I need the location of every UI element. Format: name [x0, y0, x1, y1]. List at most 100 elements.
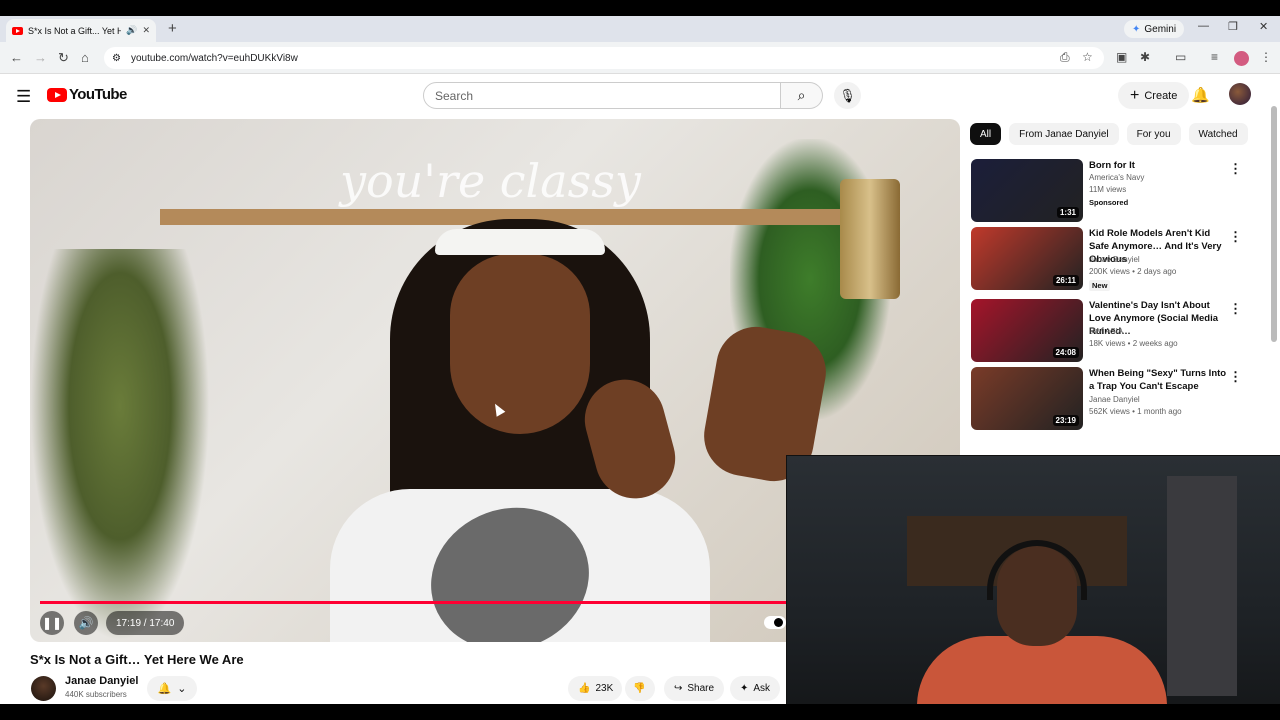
tab-strip: S*x Is Not a Gift... Yet Here 🔊 ✕ + ✦ Ge… [0, 16, 1280, 42]
subscriber-count: 440K subscribers [65, 690, 127, 699]
more-actions-icon[interactable]: ⋮ [1229, 369, 1242, 385]
bell-icon: 🔔 [157, 683, 172, 695]
share-icon: ↪ [674, 683, 683, 694]
close-window-button[interactable]: ✕ [1259, 20, 1268, 33]
chip-from-channel[interactable]: From Janae Danyiel [1009, 123, 1119, 145]
browser-tab[interactable]: S*x Is Not a Gift... Yet Here 🔊 ✕ [6, 19, 156, 42]
search-button[interactable]: ⌕ [781, 82, 823, 109]
recommendation-channel[interactable]: IAM ASIA [1089, 327, 1123, 336]
recommendation-item[interactable]: 1:31 Born for It America's Navy 11M views Sp… [971, 159, 1266, 223]
url-text: youtube.com/watch?v=euhDUKkVi8w [130, 52, 298, 64]
back-icon[interactable]: ← [10, 50, 23, 65]
minimize-button[interactable]: — [1198, 20, 1209, 32]
webcam-person-body [917, 636, 1167, 704]
gemini-icon: ✦ [1132, 23, 1141, 35]
new-tab-button[interactable]: + [168, 20, 177, 37]
recommendation-title[interactable]: Born for It [1089, 159, 1229, 172]
browser-menu-icon[interactable]: ⋮ [1260, 50, 1272, 64]
bookmark-star-icon[interactable]: ☆ [1082, 50, 1093, 64]
channel-name[interactable]: Janae Danyiel [65, 675, 138, 687]
restore-button[interactable]: ❐ [1228, 20, 1238, 33]
webcam-overlay [786, 455, 1280, 704]
menu-icon[interactable]: ☰ [16, 87, 31, 107]
url-field[interactable]: ⚙ youtube.com/watch?v=euhDUKkVi8w [104, 47, 1104, 69]
address-bar-row: ← → ↻ ⌂ ⚙ youtube.com/watch?v=euhDUKkVi8… [0, 42, 1280, 74]
browser-window: S*x Is Not a Gift... Yet Here 🔊 ✕ + ✦ Ge… [0, 16, 1280, 704]
search-input[interactable]: Search [423, 82, 781, 109]
dislike-button[interactable]: 👎 [625, 676, 655, 701]
chevron-down-icon: ⌄ [177, 683, 187, 695]
time-display: 17:19 / 17:40 [106, 611, 185, 635]
volume-icon: 🔊 [78, 616, 94, 630]
extension-icon[interactable]: ▣ [1116, 50, 1127, 64]
sparkle-icon: ✦ [740, 683, 749, 694]
more-actions-icon[interactable]: ⋮ [1229, 301, 1242, 317]
gemini-button[interactable]: ✦ Gemini [1124, 20, 1185, 38]
search-icon: ⌕ [797, 87, 806, 103]
chip-for-you[interactable]: For you [1126, 123, 1181, 145]
youtube-logo[interactable]: YouTube [47, 86, 127, 103]
more-actions-icon[interactable]: ⋮ [1229, 161, 1242, 177]
chip-watched[interactable]: Watched [1188, 123, 1248, 145]
volume-button[interactable]: 🔊 [74, 611, 98, 635]
page-scrollbar[interactable] [1271, 106, 1277, 342]
recommendation-thumbnail[interactable]: 24:08 [971, 299, 1083, 362]
gemini-label: Gemini [1144, 23, 1177, 35]
thumbs-down-icon: 👎 [633, 683, 646, 694]
pause-icon: ❚❚ [41, 616, 63, 630]
audio-playing-icon[interactable]: 🔊 [126, 25, 137, 36]
like-button[interactable]: 👍 23K [568, 676, 622, 701]
cast-icon[interactable]: ▭ [1175, 50, 1186, 64]
youtube-logo-text: YouTube [69, 86, 127, 103]
recommendation-thumbnail[interactable]: 26:11 [971, 227, 1083, 290]
chip-all[interactable]: All [970, 123, 1002, 145]
recommendation-meta: 200K views • 2 days ago [1089, 267, 1177, 276]
recommendation-channel[interactable]: Janae Danyiel [1089, 395, 1140, 404]
recommendation-badge: New [1089, 280, 1111, 291]
ask-button[interactable]: ✦ Ask [730, 676, 781, 701]
pause-button[interactable]: ❚❚ [40, 611, 64, 635]
site-info-icon[interactable]: ⚙ [112, 53, 121, 64]
youtube-favicon-icon [12, 26, 23, 35]
recommendation-title[interactable]: When Being "Sexy" Turns Into a Trap You … [1089, 367, 1229, 393]
video-frame-plant [30, 249, 210, 642]
home-icon[interactable]: ⌂ [81, 50, 89, 65]
duration-badge: 24:08 [1052, 347, 1079, 358]
recommendation-channel[interactable]: America's Navy [1089, 173, 1144, 182]
forward-icon[interactable]: → [34, 50, 47, 65]
notifications-bell-icon[interactable]: 🔔 [1191, 86, 1210, 104]
create-button[interactable]: + Create [1118, 82, 1190, 109]
ask-label: Ask [753, 683, 771, 694]
channel-avatar[interactable] [31, 676, 56, 701]
duration-badge: 1:31 [1056, 207, 1079, 218]
browser-profile-avatar[interactable] [1234, 51, 1249, 66]
recommendation-thumbnail[interactable]: 23:19 [971, 367, 1083, 430]
recommendation-item[interactable]: 23:19 When Being "Sexy" Turns Into a Trap… [971, 367, 1266, 431]
autoplay-toggle[interactable] [764, 616, 786, 629]
reload-icon[interactable]: ↻ [58, 50, 69, 66]
recommendation-meta: 562K views • 1 month ago [1089, 407, 1182, 416]
recommendation-channel[interactable]: Janae Danyiel [1089, 255, 1140, 264]
microphone-icon: 🎙 [839, 87, 856, 103]
puzzle-icon[interactable]: ✱ [1140, 50, 1150, 64]
voice-search-button[interactable]: 🎙 [834, 82, 861, 109]
recommendation-item[interactable]: 26:11 Kid Role Models Aren't Kid Safe Any… [971, 227, 1266, 291]
duration-badge: 23:19 [1052, 415, 1079, 426]
filter-chips: All From Janae Danyiel For you Watched [970, 123, 1248, 145]
thumbs-up-icon: 👍 [578, 683, 591, 694]
recommendation-thumbnail[interactable]: 1:31 [971, 159, 1083, 222]
youtube-header: ☰ YouTube Search ⌕ 🎙 + Create 🔔 [0, 74, 1280, 120]
recommendation-meta: 11M views [1089, 185, 1127, 194]
like-count: 23K [595, 683, 614, 694]
recommendation-item[interactable]: 24:08 Valentine's Day Isn't About Love An… [971, 299, 1266, 363]
webcam-door [1167, 476, 1237, 696]
account-avatar[interactable] [1229, 83, 1251, 105]
share-button[interactable]: ↪ Share [664, 676, 725, 701]
more-actions-icon[interactable]: ⋮ [1229, 229, 1242, 245]
install-icon[interactable]: ⎙ [1060, 50, 1070, 65]
subscription-notifications-button[interactable]: 🔔 ⌄ [147, 676, 197, 701]
create-label: Create [1144, 89, 1178, 102]
close-tab-icon[interactable]: ✕ [142, 25, 150, 36]
media-controls-icon[interactable]: ≡ [1211, 50, 1218, 64]
youtube-logo-icon [47, 87, 67, 102]
